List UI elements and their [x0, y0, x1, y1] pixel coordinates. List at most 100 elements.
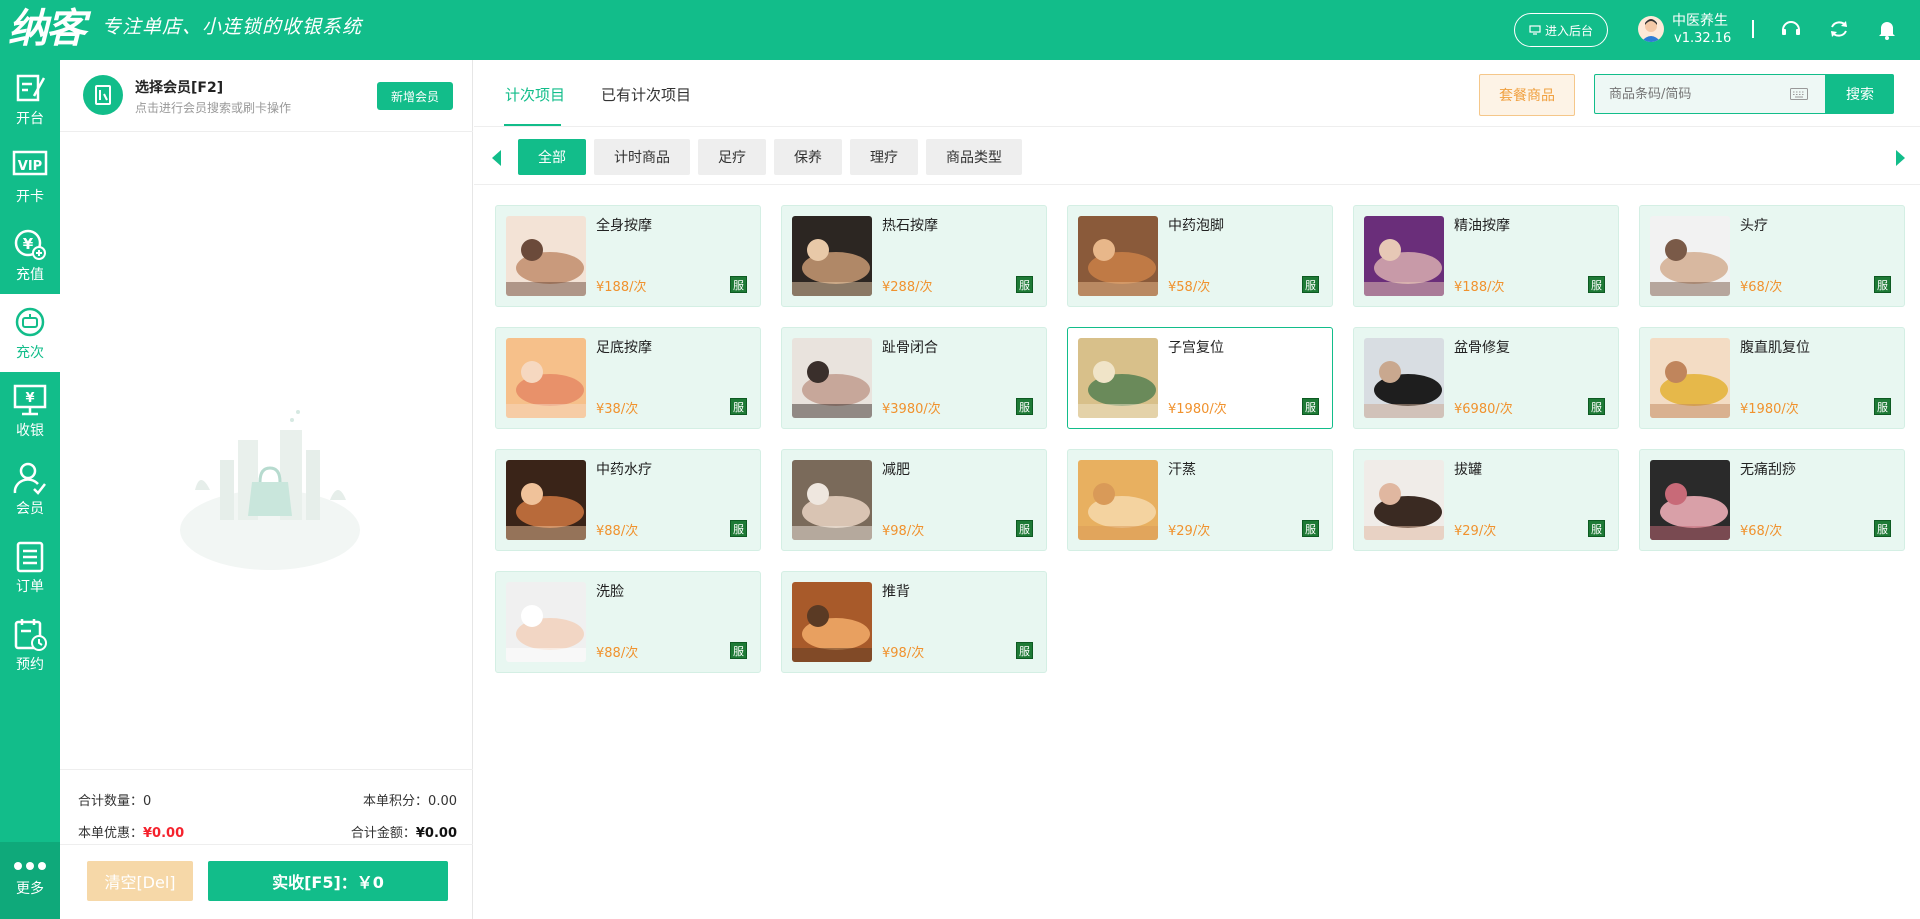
nav-open-table[interactable]: 开台 [0, 60, 60, 138]
product-image [506, 460, 586, 540]
product-image [1364, 216, 1444, 296]
nav-label: 预约 [16, 657, 44, 673]
nav-member[interactable]: 会员 [0, 450, 60, 528]
product-card[interactable]: 中药水疗 ¥88/次 服 [495, 449, 761, 551]
nav-recharge[interactable]: ¥ 充值 [0, 216, 60, 294]
monitor-icon [1529, 25, 1541, 35]
product-price: ¥288/次 [882, 280, 933, 295]
select-member-hint: 点击进行会员搜索或刷卡操作 [135, 101, 292, 115]
order-points-label: 本单积分： [363, 794, 429, 809]
select-member-title[interactable]: 选择会员[F2] [135, 77, 223, 97]
main-content: 计次项目 已有计次项目 套餐商品 搜索 全部 计时商品 足疗 保养 理疗 商品类… [474, 60, 1920, 919]
product-card[interactable]: 子宫复位 ¥1980/次 服 [1067, 327, 1333, 429]
category-care[interactable]: 保养 [774, 139, 842, 175]
member-card-icon [83, 75, 123, 115]
enter-backend-button[interactable]: 进入后台 [1514, 13, 1608, 47]
search-button[interactable]: 搜索 [1826, 74, 1894, 114]
service-badge: 服 [1588, 276, 1605, 293]
category-prev-arrow-icon[interactable] [492, 150, 501, 166]
nav-label: 订单 [16, 579, 44, 595]
product-image [1364, 338, 1444, 418]
product-price: ¥29/次 [1454, 524, 1497, 539]
product-name: 拔罐 [1454, 462, 1482, 478]
product-name: 中药泡脚 [1168, 218, 1224, 234]
product-name: 热石按摩 [882, 218, 938, 234]
product-image [1364, 460, 1444, 540]
product-name: 腹直肌复位 [1740, 340, 1810, 356]
product-card[interactable]: 减肥 ¥98/次 服 [781, 449, 1047, 551]
support-icon[interactable] [1780, 18, 1802, 40]
vip-card-icon: VIP [12, 150, 48, 176]
service-badge: 服 [1302, 398, 1319, 415]
product-image [792, 216, 872, 296]
svg-text:VIP: VIP [18, 159, 42, 174]
service-badge: 服 [1874, 276, 1891, 293]
product-image [1650, 460, 1730, 540]
service-badge: 服 [1588, 520, 1605, 537]
product-card[interactable]: 头疗 ¥68/次 服 [1639, 205, 1905, 307]
nav-recharge-count[interactable]: 充次 [0, 294, 60, 372]
member-selector[interactable]: 选择会员[F2] 点击进行会员搜索或刷卡操作 新增会员 [60, 60, 473, 132]
total-count-label: 合计数量： [78, 794, 144, 809]
more-icon [14, 862, 46, 870]
package-products-button[interactable]: 套餐商品 [1479, 74, 1575, 116]
product-card[interactable]: 推背 ¥98/次 服 [781, 571, 1047, 673]
tab-count-items[interactable]: 计次项目 [505, 84, 565, 105]
category-timed[interactable]: 计时商品 [594, 139, 690, 175]
product-card[interactable]: 汗蒸 ¥29/次 服 [1067, 449, 1333, 551]
category-therapy[interactable]: 理疗 [850, 139, 918, 175]
product-card[interactable]: 热石按摩 ¥288/次 服 [781, 205, 1047, 307]
nav-appointment[interactable]: 预约 [0, 606, 60, 684]
product-card[interactable]: 中药泡脚 ¥58/次 服 [1067, 205, 1333, 307]
nav-more[interactable]: 更多 [0, 842, 60, 919]
avatar[interactable] [1638, 16, 1664, 42]
service-badge: 服 [730, 276, 747, 293]
product-image [1650, 338, 1730, 418]
category-next-arrow-icon[interactable] [1896, 150, 1905, 166]
product-card[interactable]: 无痛刮痧 ¥68/次 服 [1639, 449, 1905, 551]
category-foot[interactable]: 足疗 [698, 139, 766, 175]
product-card[interactable]: 足底按摩 ¥38/次 服 [495, 327, 761, 429]
product-name: 子宫复位 [1168, 340, 1224, 356]
svg-text:¥: ¥ [23, 235, 34, 253]
checkout-button[interactable]: 实收[F5]：￥0 [208, 861, 448, 901]
user-name[interactable]: 中医养生 [1672, 10, 1728, 30]
product-price: ¥3980/次 [882, 402, 941, 417]
refresh-icon[interactable] [1828, 18, 1850, 40]
category-all[interactable]: 全部 [518, 139, 586, 175]
product-price: ¥6980/次 [1454, 402, 1513, 417]
product-price: ¥188/次 [1454, 280, 1505, 295]
product-card[interactable]: 拔罐 ¥29/次 服 [1353, 449, 1619, 551]
product-card[interactable]: 腹直肌复位 ¥1980/次 服 [1639, 327, 1905, 429]
bell-icon[interactable] [1876, 18, 1898, 40]
service-badge: 服 [730, 520, 747, 537]
nav-label: 开卡 [16, 189, 44, 205]
service-badge: 服 [1016, 642, 1033, 659]
category-bar: 全部 计时商品 足疗 保养 理疗 商品类型 [518, 139, 1022, 175]
keyboard-icon[interactable] [1790, 88, 1808, 100]
product-price: ¥38/次 [596, 402, 639, 417]
product-card[interactable]: 趾骨闭合 ¥3980/次 服 [781, 327, 1047, 429]
order-points: 本单积分：0.00 [363, 790, 457, 809]
tab-existing-count-items[interactable]: 已有计次项目 [601, 84, 691, 105]
divider [60, 844, 473, 845]
add-member-button[interactable]: 新增会员 [377, 82, 453, 110]
product-name: 全身按摩 [596, 218, 652, 234]
product-image [1078, 216, 1158, 296]
order-discount-value: ¥0.00 [143, 826, 185, 841]
product-card[interactable]: 精油按摩 ¥188/次 服 [1353, 205, 1619, 307]
nav-order[interactable]: 订单 [0, 528, 60, 606]
category-product-type[interactable]: 商品类型 [926, 139, 1022, 175]
product-price: ¥1980/次 [1168, 402, 1227, 417]
nav-cashier[interactable]: ¥ 收银 [0, 372, 60, 450]
order-points-value: 0.00 [428, 794, 457, 809]
product-card[interactable]: 全身按摩 ¥188/次 服 [495, 205, 761, 307]
clear-button[interactable]: 清空[Del] [87, 861, 193, 901]
product-name: 趾骨闭合 [882, 340, 938, 356]
app-slogan: 专注单店、小连锁的收银系统 [102, 16, 363, 38]
left-nav: 开台 VIP 开卡 ¥ 充值 充次 ¥ 收银 会员 订单 预约 更多 [0, 60, 60, 919]
product-card[interactable]: 洗脸 ¥88/次 服 [495, 571, 761, 673]
product-grid: 全身按摩 ¥188/次服热石按摩 ¥288/次服中药泡脚 ¥58/次服精油按摩 ¥188… [495, 205, 1905, 673]
product-card[interactable]: 盆骨修复 ¥6980/次 服 [1353, 327, 1619, 429]
nav-open-card[interactable]: VIP 开卡 [0, 138, 60, 216]
